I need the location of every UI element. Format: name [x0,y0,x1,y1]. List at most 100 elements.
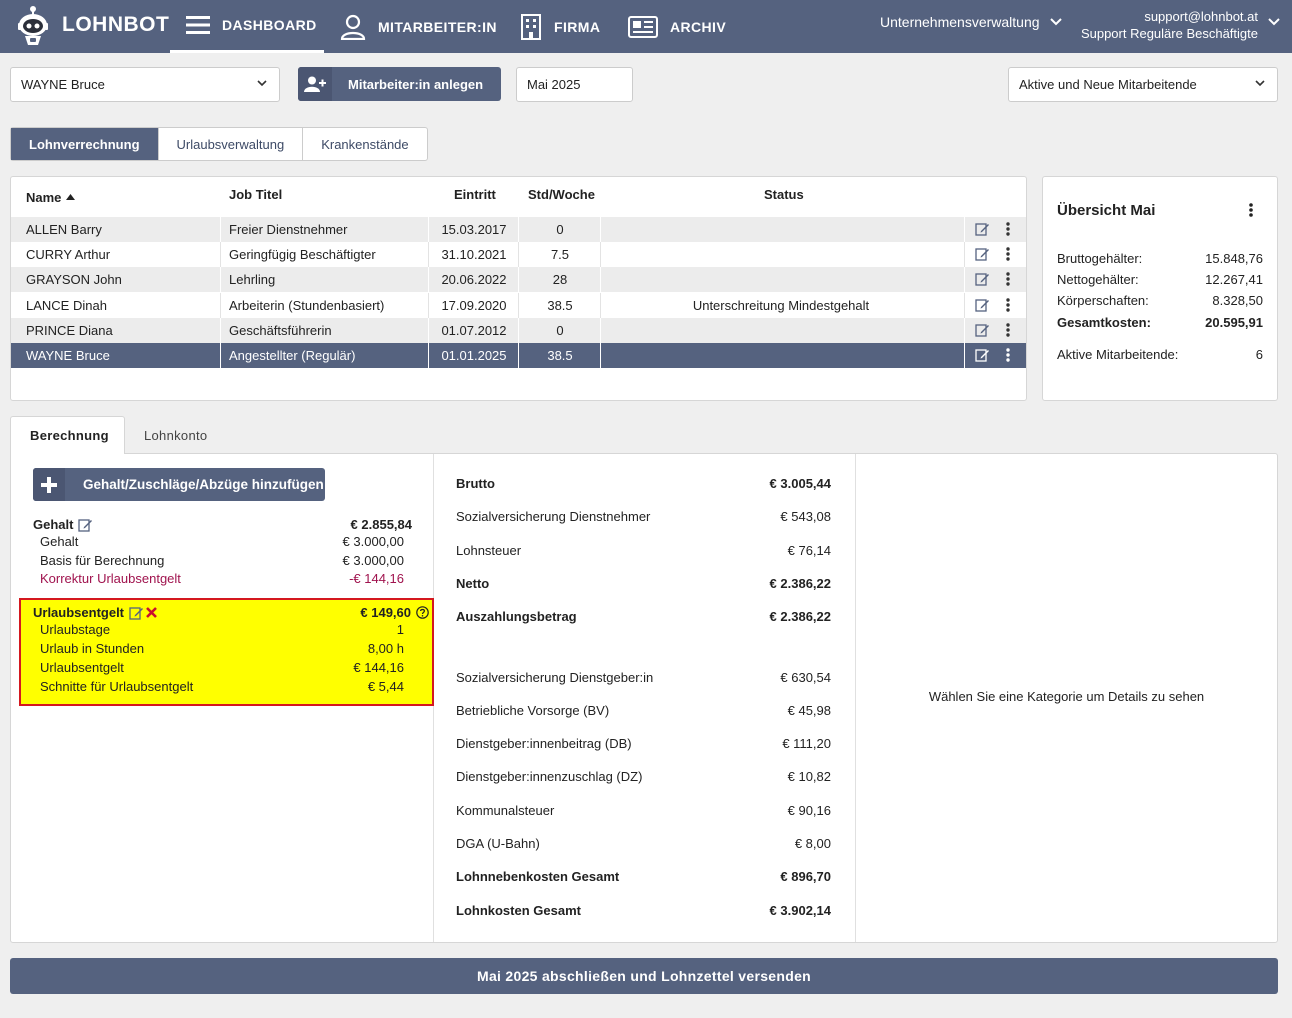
cell-name: GRAYSON John [26,272,122,287]
table-row[interactable]: PRINCE Diana Geschäftsführerin 01.07.2012 0 [11,318,1026,343]
robot-logo-icon[interactable] [16,5,50,47]
salary-item: Gehalt € 3.000,00 [40,534,404,549]
month-value: Mai 2025 [527,77,581,92]
more-vertical-icon[interactable] [1006,222,1010,236]
edit-icon[interactable] [975,323,990,337]
summary-row[interactable]: Netto € 2.386,22 [456,576,831,591]
column-header-entry[interactable]: Eintritt [454,187,496,207]
more-vertical-icon[interactable] [1006,323,1010,337]
summary-row[interactable]: Auszahlungsbetrag € 2.386,22 [456,609,831,624]
table-row[interactable]: LANCE Dinah Arbeiterin (Stundenbasiert) 17… [11,293,1026,318]
table-row[interactable]: GRAYSON John Lehrling 20.06.2022 28 [11,267,1026,292]
nav-archive-label: ARCHIV [670,18,727,35]
menu-icon [186,15,210,35]
nav-company[interactable]: FIRMA [520,0,600,53]
column-header-job[interactable]: Job Titel [229,187,282,207]
edit-icon[interactable] [975,222,990,236]
summary-label: Dienstgeber:innenbeitrag (DB) [456,736,632,751]
edit-icon[interactable] [975,298,990,312]
vacation-item-value: € 144,16 [353,660,404,675]
edit-icon[interactable] [129,606,144,620]
create-employee-button[interactable]: Mitarbeiter:in anlegen [298,67,501,101]
more-vertical-icon[interactable] [1006,348,1010,362]
chevron-down-icon [257,80,267,87]
summary-row[interactable]: Dienstgeber:innenbeitrag (DB) € 111,20 [456,736,831,751]
add-salary-item-button[interactable]: Gehalt/Zuschläge/Abzüge hinzufügen [33,468,325,501]
nav-archive[interactable]: ARCHIV [628,0,726,53]
summary-row[interactable]: Lohnkosten Gesamt € 3.902,14 [456,903,831,918]
cell-hours: 0 [556,323,564,338]
summary-label: Netto [456,576,490,591]
table-row[interactable]: WAYNE Bruce Angestellter (Regulär) 01.01.2… [11,343,1026,368]
table-row[interactable]: ALLEN Barry Freier Dienstnehmer 15.03.2017… [11,217,1026,242]
user-menu[interactable]: support@lohnbot.at Support Reguläre Besc… [1081,8,1258,42]
vacation-item: Schnitte für Urlaubsentgelt € 5,44 [40,679,404,694]
chevron-down-icon[interactable] [1268,18,1280,26]
help-icon[interactable] [416,606,429,619]
tab-payroll[interactable]: Lohnverrechnung [11,128,159,160]
summary-row[interactable]: Lohnnebenkosten Gesamt € 896,70 [456,869,831,884]
salary-group-header[interactable]: Gehalt € 2.855,84 [33,517,412,532]
delete-icon[interactable] [146,607,157,618]
tab-sick-leave[interactable]: Krankenstände [303,128,426,160]
summary-row[interactable]: Brutto € 3.005,44 [456,476,831,491]
vacation-group-header[interactable]: Urlaubsentgelt € 149,60 [33,605,429,620]
summary-row[interactable]: Betriebliche Vorsorge (BV) € 45,98 [456,703,831,718]
vacation-item-label: Urlaubstage [40,622,111,637]
summary-row[interactable]: Sozialversicherung Dienstnehmer € 543,08 [456,509,831,524]
tab-vacation[interactable]: Urlaubsverwaltung [159,128,304,160]
edit-icon[interactable] [78,518,93,532]
month-field[interactable]: Mai 2025 [516,67,633,102]
finalize-month-button[interactable]: Mai 2025 abschließen und Lohnzettel vers… [10,958,1278,994]
column-header-name[interactable]: Name [26,187,76,207]
overview-corporations: Körperschaften: 8.328,50 [1057,293,1263,308]
cell-job: Freier Dienstnehmer [229,222,348,237]
column-header-hours[interactable]: Std/Woche [528,187,595,207]
vacation-group-title: Urlaubsentgelt [33,605,125,620]
summary-value: € 2.386,22 [769,576,831,591]
company-menu[interactable]: Unternehmensverwaltung [880,14,1062,30]
summary-row[interactable]: Dienstgeber:innenzuschlag (DZ) € 10,82 [456,769,831,784]
edit-icon[interactable] [975,348,990,362]
summary-row[interactable]: DGA (U-Bahn) € 8,00 [456,836,831,851]
summary-row[interactable]: Kommunalsteuer € 90,16 [456,803,831,818]
tab-payroll-account[interactable]: Lohnkonto [144,416,207,454]
employee-select[interactable]: WAYNE Bruce [10,67,280,102]
overview-total-value: 20.595,91 [1205,315,1263,330]
summary-row[interactable]: Sozialversicherung Dienstgeber:in € 630,5… [456,670,831,685]
overview-total-label: Gesamtkosten: [1057,315,1151,330]
salary-item-value: -€ 144,16 [349,571,404,586]
more-vertical-icon[interactable] [1249,203,1253,217]
column-header-status[interactable]: Status [764,187,804,207]
summary-label: Auszahlungsbetrag [456,609,577,624]
overview-gross-label: Bruttogehälter: [1057,251,1143,266]
overview-title: Übersicht Mai [1057,202,1156,219]
summary-label: Sozialversicherung Dienstnehmer [456,509,651,524]
cell-status [601,343,961,368]
cell-job: Angestellter (Regulär) [229,348,356,363]
cell-name: ALLEN Barry [26,222,102,237]
edit-icon[interactable] [975,247,990,261]
sort-asc-icon [66,194,76,200]
overview-gross: Bruttogehälter: 15.848,76 [1057,251,1263,266]
salary-item-value: € 3.000,00 [342,553,404,568]
table-row[interactable]: CURRY Arthur Geringfügig Beschäftigter 31.… [11,242,1026,267]
more-vertical-icon[interactable] [1006,298,1010,312]
salary-group-total: € 2.855,84 [350,517,412,532]
building-icon [520,13,542,40]
tab-calculation[interactable]: Berechnung [10,416,125,454]
summary-row[interactable]: Lohnsteuer € 76,14 [456,543,831,558]
vacation-item: Urlaubstage 1 [40,622,404,637]
nav-employees[interactable]: MITARBEITER:IN [340,0,497,53]
nav-dashboard[interactable]: DASHBOARD [170,0,324,53]
filter-select[interactable]: Aktive und Neue Mitarbeitende [1008,67,1278,102]
cell-job: Geringfügig Beschäftigter [229,247,376,262]
salary-item-label: Basis für Berechnung [40,553,165,568]
details-hint: Wählen Sie eine Kategorie um Details zu … [928,689,1205,704]
summary-value: € 8,00 [794,836,831,851]
cell-entry: 01.01.2025 [441,348,507,363]
more-vertical-icon[interactable] [1006,247,1010,261]
cell-status [601,267,961,292]
edit-icon[interactable] [975,272,990,286]
more-vertical-icon[interactable] [1006,272,1010,286]
